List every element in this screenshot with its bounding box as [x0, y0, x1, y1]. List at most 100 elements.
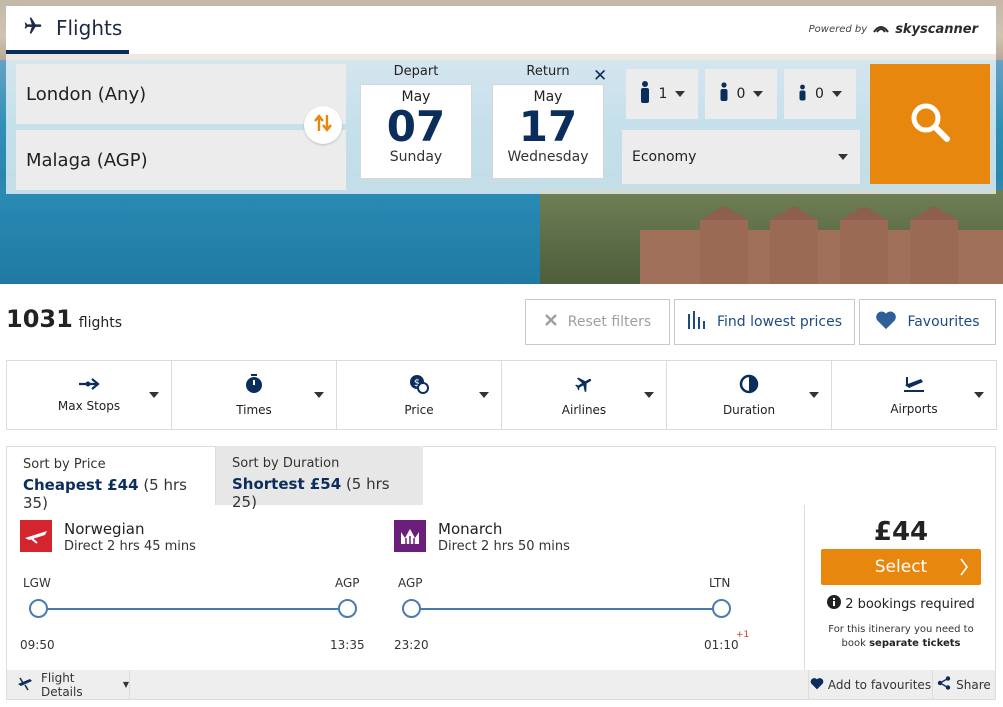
- filter-airports[interactable]: Airports: [831, 360, 997, 430]
- tab-flights-label: Flights: [56, 16, 123, 40]
- powered-by: Powered by skyscanner: [809, 22, 978, 37]
- result-footer: Flight Details ▼ Add to favourites Share: [7, 670, 995, 699]
- filter-label: Max Stops: [57, 398, 121, 413]
- chevron-down-icon: [974, 392, 984, 398]
- return-weekday: Wednesday: [507, 149, 589, 165]
- child-person-icon: [719, 82, 729, 106]
- chevron-down-icon: [314, 392, 324, 398]
- depart-weekday: Sunday: [389, 149, 443, 165]
- close-icon: [544, 313, 558, 331]
- return-date[interactable]: Return May 17 Wednesday: [492, 64, 604, 184]
- remove-return-close-icon[interactable]: ✕: [593, 66, 607, 86]
- chevron-down-icon: [149, 392, 159, 398]
- depart-date[interactable]: Depart May 07 Sunday: [360, 64, 472, 184]
- return-label: Return: [526, 64, 570, 79]
- depart-label: Depart: [393, 64, 439, 79]
- return-card[interactable]: May 17 Wednesday: [492, 84, 604, 179]
- destination-field[interactable]: Malaga (AGP): [16, 130, 346, 190]
- bookings-required: 2 bookings required: [805, 595, 997, 613]
- depart-day: 07: [386, 102, 446, 151]
- tab-flights[interactable]: Flights: [6, 6, 129, 54]
- flight-details-toggle[interactable]: Flight Details ▼: [7, 670, 130, 699]
- outbound-airline: Norwegian: [64, 520, 145, 538]
- hero-tower: [840, 206, 888, 284]
- filter-duration[interactable]: Duration: [666, 360, 832, 430]
- filter-price[interactable]: $ Price: [336, 360, 502, 430]
- results-count: 1031 flights: [6, 305, 122, 333]
- filter-label: Price: [404, 402, 434, 417]
- sort-by-price-tab[interactable]: Sort by Price Cheapest £44 (5 hrs 35): [6, 446, 216, 512]
- bookings-text: 2 bookings required: [845, 596, 975, 612]
- filter-bar: Max Stops Times $ Price Airlines Duratio…: [6, 360, 997, 430]
- chevron-down-icon: [644, 392, 654, 398]
- depart-card[interactable]: May 07 Sunday: [360, 84, 472, 179]
- day-offset-badge: +1: [736, 630, 750, 640]
- outbound-timeline: [38, 608, 350, 610]
- share-label: Share: [956, 677, 991, 692]
- inbound-from-airport: AGP: [398, 576, 423, 590]
- search-button[interactable]: [870, 64, 990, 184]
- brand-name: skyscanner: [895, 22, 978, 37]
- filter-label: Airports: [890, 401, 938, 416]
- share-button[interactable]: Share: [932, 670, 995, 699]
- filter-max-stops[interactable]: Max Stops: [6, 360, 172, 430]
- outbound-from-airport: LGW: [23, 576, 51, 590]
- inbound-timeline: [412, 608, 724, 610]
- outbound-arrival-time: 13:35: [330, 638, 365, 652]
- filter-label: Times: [236, 402, 272, 417]
- heart-icon: [810, 677, 824, 693]
- chevron-down-icon: [838, 154, 848, 160]
- stopwatch-icon: [245, 373, 263, 397]
- price-panel: £44 Select 2 bookings required For this …: [804, 505, 996, 670]
- inbound-info: Direct 2 hrs 50 mins: [438, 539, 570, 554]
- adult-person-icon: [639, 81, 651, 107]
- add-to-favourites-label: Add to favourites: [827, 677, 932, 692]
- skyscanner-logo-icon: [873, 22, 890, 37]
- swap-arrows-icon: [314, 113, 332, 137]
- hero-tower: [770, 206, 818, 284]
- sort-by-duration-tab[interactable]: Sort by Duration Shortest £54 (5 hrs 25): [216, 446, 423, 511]
- add-to-favourites-button[interactable]: Add to favourites: [808, 670, 932, 699]
- info-icon: [827, 595, 842, 613]
- adults-count: 1: [658, 86, 668, 102]
- reset-filters-button[interactable]: Reset filters: [525, 299, 670, 345]
- results-count-number: 1031: [6, 305, 73, 333]
- monarch-logo-icon: [394, 520, 426, 552]
- outbound-info: Direct 2 hrs 45 mins: [64, 539, 196, 554]
- find-lowest-prices-button[interactable]: Find lowest prices: [674, 299, 855, 345]
- chevron-down-icon: [675, 91, 686, 97]
- sort-price-strong: Cheapest £44: [23, 476, 139, 494]
- timeline-start-dot: [402, 599, 421, 618]
- return-day: 17: [518, 102, 578, 151]
- select-label: Select: [874, 557, 928, 577]
- swap-button[interactable]: [304, 106, 342, 144]
- origin-field[interactable]: London (Any): [16, 64, 346, 124]
- separate-tickets-note: For this itinerary you need to book sepa…: [815, 623, 987, 651]
- stops-arrow-icon: [78, 377, 100, 393]
- favourites-button[interactable]: Favourites: [859, 299, 996, 345]
- timeline-end-dot: [712, 599, 731, 618]
- hero-sea: [0, 190, 560, 284]
- chevron-down-icon: [753, 91, 764, 97]
- sort-duration-label: Sort by Duration: [232, 456, 340, 471]
- find-lowest-prices-label: Find lowest prices: [716, 314, 843, 330]
- adults-selector[interactable]: 1: [626, 69, 698, 119]
- hero-tower: [910, 206, 958, 284]
- filter-times[interactable]: Times: [171, 360, 337, 430]
- favourites-label: Favourites: [907, 314, 980, 330]
- share-icon: [937, 676, 951, 693]
- inbound-to-airport: LTN: [709, 576, 731, 590]
- sort-price-summary: Cheapest £44 (5 hrs 35): [23, 476, 199, 512]
- filter-airlines[interactable]: Airlines: [501, 360, 667, 430]
- select-button[interactable]: Select: [821, 549, 981, 585]
- cabin-class-select[interactable]: Economy: [622, 130, 860, 184]
- inbound-leg: Monarch Direct 2 hrs 50 mins AGP LTN 23:…: [394, 518, 754, 668]
- heart-icon: [875, 310, 897, 334]
- flight-details-label: Flight Details: [41, 670, 83, 699]
- timeline-start-dot: [29, 599, 48, 618]
- results-count-unit: flights: [78, 315, 123, 331]
- children-count: 0: [736, 86, 746, 102]
- infants-selector[interactable]: 0: [784, 69, 856, 119]
- timeline-end-dot: [338, 599, 357, 618]
- children-selector[interactable]: 0: [705, 69, 777, 119]
